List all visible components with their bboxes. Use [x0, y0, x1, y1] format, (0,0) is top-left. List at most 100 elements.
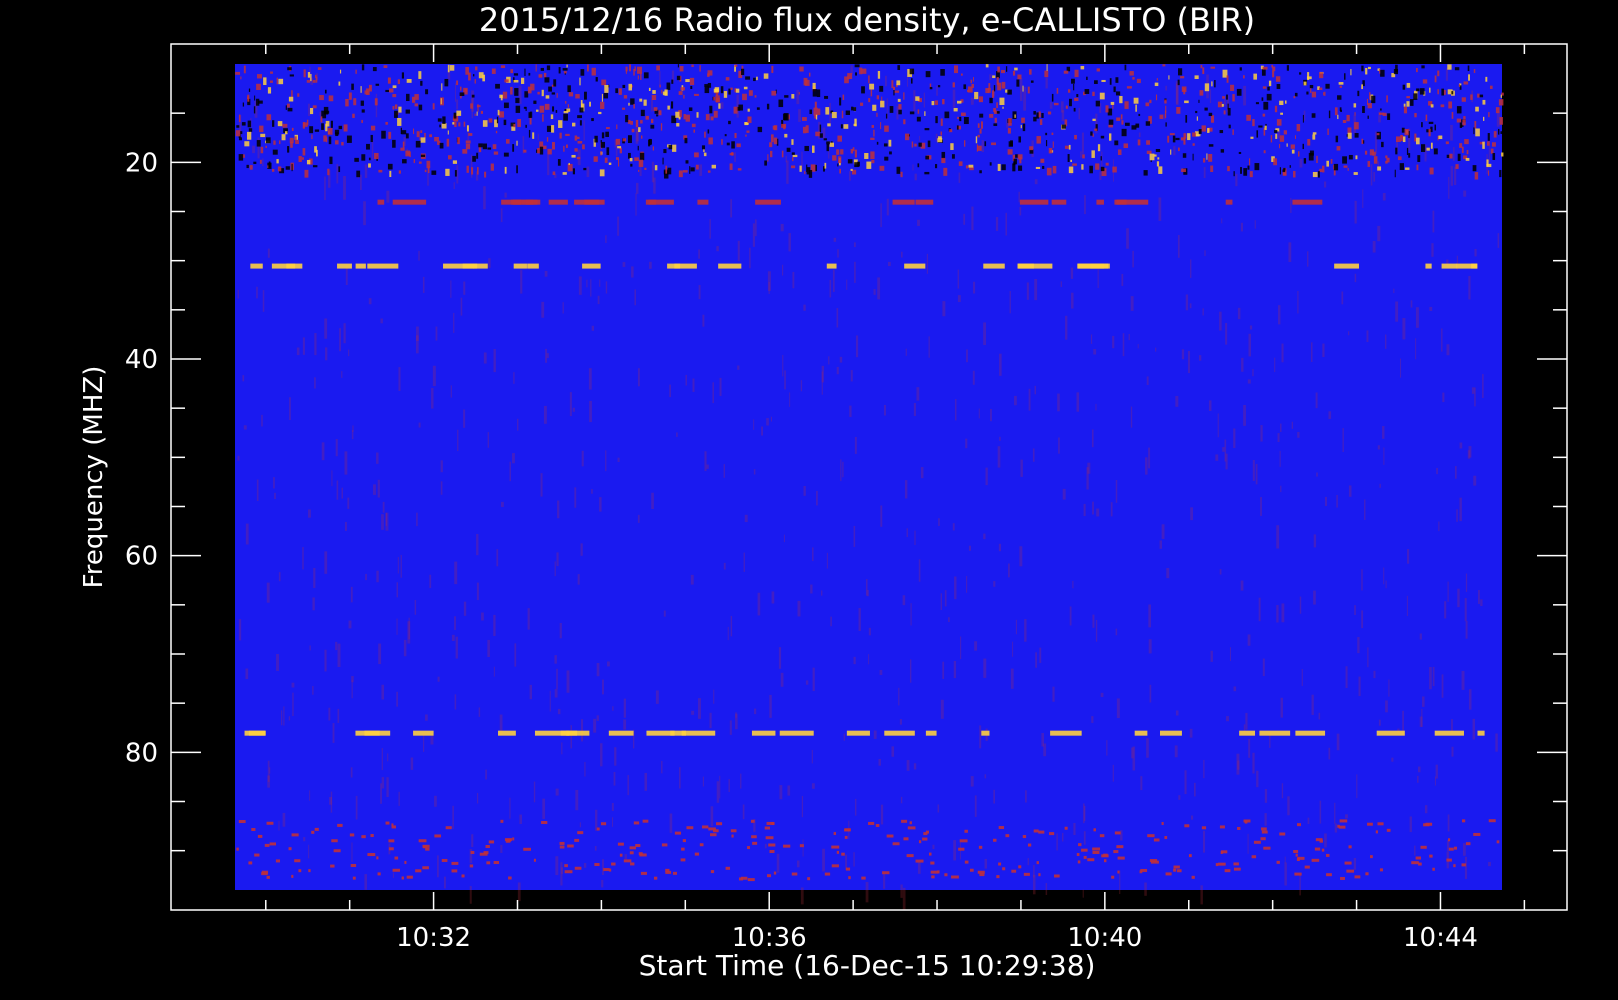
heatmap-cell — [549, 690, 551, 712]
heatmap-cell — [1441, 328, 1443, 352]
heatmap-cell — [1243, 75, 1245, 79]
heatmap-cell — [826, 552, 828, 569]
heatmap-cell — [468, 72, 471, 81]
heatmap-cell — [321, 123, 324, 130]
heatmap-cell — [1109, 133, 1112, 141]
heatmap-cell — [788, 233, 791, 252]
heatmap-cell — [312, 165, 318, 168]
heatmap-cell — [1121, 273, 1124, 286]
heatmap-cell — [237, 455, 240, 461]
heatmap-cell — [1185, 294, 1189, 311]
heatmap-cell — [846, 279, 848, 290]
heatmap-cell — [728, 779, 730, 792]
heatmap-cell — [355, 795, 358, 820]
heatmap-cell — [880, 100, 885, 108]
heatmap-cell — [1195, 110, 1198, 114]
heatmap-cell — [811, 145, 815, 153]
heatmap-cell — [1459, 143, 1463, 148]
heatmap-cell — [528, 129, 531, 138]
heatmap-cell — [938, 518, 940, 526]
heatmap-cell — [238, 114, 241, 123]
heatmap-cell — [266, 875, 270, 879]
heatmap-cell — [850, 168, 853, 171]
heatmap-cell — [932, 844, 935, 850]
heatmap-cell — [679, 66, 684, 72]
heatmap-cell — [798, 92, 800, 95]
heatmap-cell — [430, 735, 434, 745]
heatmap-cell — [1477, 93, 1480, 98]
heatmap-cell — [1447, 814, 1450, 832]
heatmap-cell — [454, 83, 457, 102]
heatmap-cell — [1373, 156, 1378, 164]
heatmap-cell — [691, 710, 695, 715]
heatmap-cell — [455, 636, 458, 659]
heatmap-cell — [1267, 86, 1270, 91]
heatmap-cell — [256, 140, 261, 147]
heatmap-cell — [905, 133, 910, 141]
heatmap-cell — [1271, 64, 1274, 68]
heatmap-cell — [1256, 770, 1259, 788]
heatmap-cell — [378, 169, 383, 173]
heatmap-cell — [1117, 870, 1120, 874]
heatmap-cell — [703, 148, 705, 153]
heatmap-cell — [701, 145, 706, 150]
heatmap-cell — [488, 118, 493, 123]
heatmap-cell — [1432, 867, 1435, 871]
heatmap-cell — [1238, 151, 1242, 154]
heatmap-cell — [724, 134, 727, 137]
heatmap-cell — [540, 473, 543, 497]
heatmap-cell — [1419, 633, 1422, 640]
heatmap-cell — [1474, 172, 1479, 180]
heatmap-cell — [622, 138, 626, 142]
heatmap-cell — [1375, 830, 1378, 834]
heatmap-cell — [970, 97, 974, 105]
heatmap-cell — [314, 146, 317, 153]
heatmap-cell — [837, 249, 839, 258]
heatmap-cell — [1449, 153, 1453, 159]
heatmap-cell — [985, 467, 988, 486]
heatmap-cell — [1046, 167, 1052, 176]
heatmap-cell — [827, 123, 831, 127]
heatmap-cell — [1188, 854, 1192, 858]
heatmap-cell — [1021, 117, 1025, 123]
heatmap-cell — [855, 72, 858, 76]
heatmap-cell — [1426, 147, 1430, 151]
heatmap-cell — [682, 170, 688, 173]
heatmap-cell — [312, 685, 314, 695]
heatmap-cell — [1378, 719, 1381, 726]
heatmap-cell — [1230, 84, 1235, 91]
heatmap-cell — [499, 111, 504, 118]
heatmap-cell — [997, 446, 1001, 468]
heatmap-cell — [1110, 502, 1113, 517]
heatmap-cell — [1358, 676, 1361, 697]
heatmap-cell — [623, 95, 628, 99]
heatmap-cell — [392, 139, 396, 148]
heatmap-cell — [656, 114, 659, 117]
heatmap-cell — [238, 619, 242, 641]
heatmap-cell — [1402, 84, 1406, 90]
heatmap-cell — [1292, 199, 1323, 205]
heatmap-cell — [1366, 330, 1369, 342]
heatmap-cell — [381, 684, 385, 700]
heatmap-cell — [766, 418, 769, 426]
heatmap-cell — [1116, 199, 1127, 205]
heatmap-cell — [465, 140, 471, 144]
heatmap-cell — [684, 137, 688, 144]
heatmap-cell — [1134, 730, 1148, 736]
heatmap-cell — [437, 118, 442, 122]
heatmap-cell — [680, 858, 686, 862]
heatmap-cell — [1407, 549, 1410, 564]
heatmap-cell — [940, 593, 943, 611]
heatmap-cell — [1448, 101, 1452, 109]
heatmap-cell — [868, 98, 871, 103]
heatmap-cell — [329, 797, 333, 805]
heatmap-cell — [1239, 67, 1242, 71]
heatmap-cell — [761, 426, 764, 436]
heatmap-cell — [756, 107, 760, 110]
heatmap-cell — [1184, 100, 1189, 104]
heatmap-cell — [723, 90, 728, 98]
heatmap-cell — [497, 109, 500, 116]
heatmap-cell — [691, 123, 696, 128]
heatmap-cell — [709, 712, 712, 729]
heatmap-cell — [1123, 143, 1129, 148]
